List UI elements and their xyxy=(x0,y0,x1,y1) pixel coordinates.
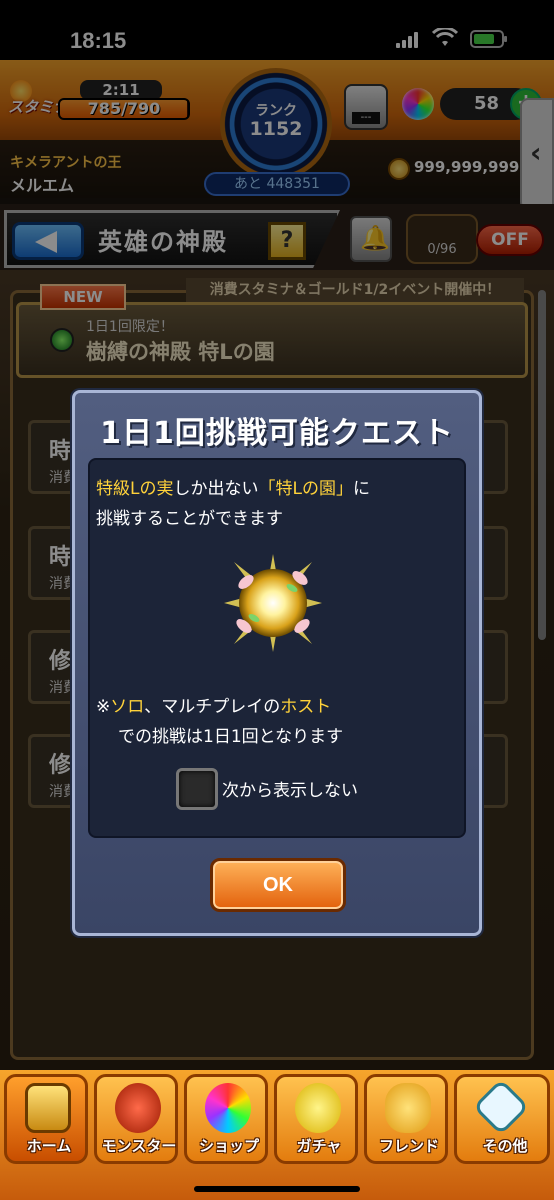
other-icon xyxy=(472,1078,530,1136)
home-icon xyxy=(25,1083,71,1133)
orb-icon xyxy=(205,1083,251,1133)
body-text: ※ xyxy=(96,697,111,717)
special-fruit-icon xyxy=(224,554,322,652)
nav-home[interactable]: ホーム xyxy=(4,1074,88,1164)
ok-button[interactable]: OK xyxy=(210,858,346,912)
body-text: に xyxy=(352,479,370,499)
home-indicator xyxy=(194,1186,360,1192)
gacha-icon xyxy=(295,1083,341,1133)
body-text: しか出ない xyxy=(173,479,259,499)
nav-label: その他 xyxy=(482,1137,528,1155)
body-text: 、マルチプレイの xyxy=(144,697,281,717)
friend-icon xyxy=(385,1083,431,1133)
nav-gacha[interactable]: ガチャ xyxy=(274,1074,358,1164)
checkbox-label: 次から表示しない xyxy=(222,781,358,801)
monster-icon xyxy=(115,1083,161,1133)
dialog-note-line1: ※ソロ、マルチプレイのホスト xyxy=(96,692,331,717)
nav-monster[interactable]: モンスター xyxy=(94,1074,178,1164)
highlight-text: 「特Lの園」 xyxy=(258,479,353,499)
highlight-text: ホスト xyxy=(280,697,332,717)
dialog-note-line2: での挑戦は1日1回となります xyxy=(118,727,344,747)
nav-label: ショップ xyxy=(198,1137,259,1155)
nav-label: モンスター xyxy=(101,1137,177,1155)
highlight-text: ソロ xyxy=(110,697,145,717)
dialog-title: 1日1回挑戦可能クエスト xyxy=(100,416,454,451)
nav-label: ガチャ xyxy=(296,1137,342,1155)
nav-friend[interactable]: フレンド xyxy=(364,1074,448,1164)
dont-show-again-checkbox[interactable] xyxy=(176,768,218,810)
dialog-text-line2: 挑戦することができます xyxy=(96,509,283,529)
nav-label: ホーム xyxy=(26,1137,72,1155)
highlight-text: 特級Lの実 xyxy=(96,479,174,499)
nav-other[interactable]: その他 xyxy=(454,1074,550,1164)
dialog-text-line1: 特級Lの実しか出ない「特Lの園」に xyxy=(96,474,370,499)
nav-shop[interactable]: ショップ xyxy=(184,1074,268,1164)
nav-label: フレンド xyxy=(378,1137,439,1155)
